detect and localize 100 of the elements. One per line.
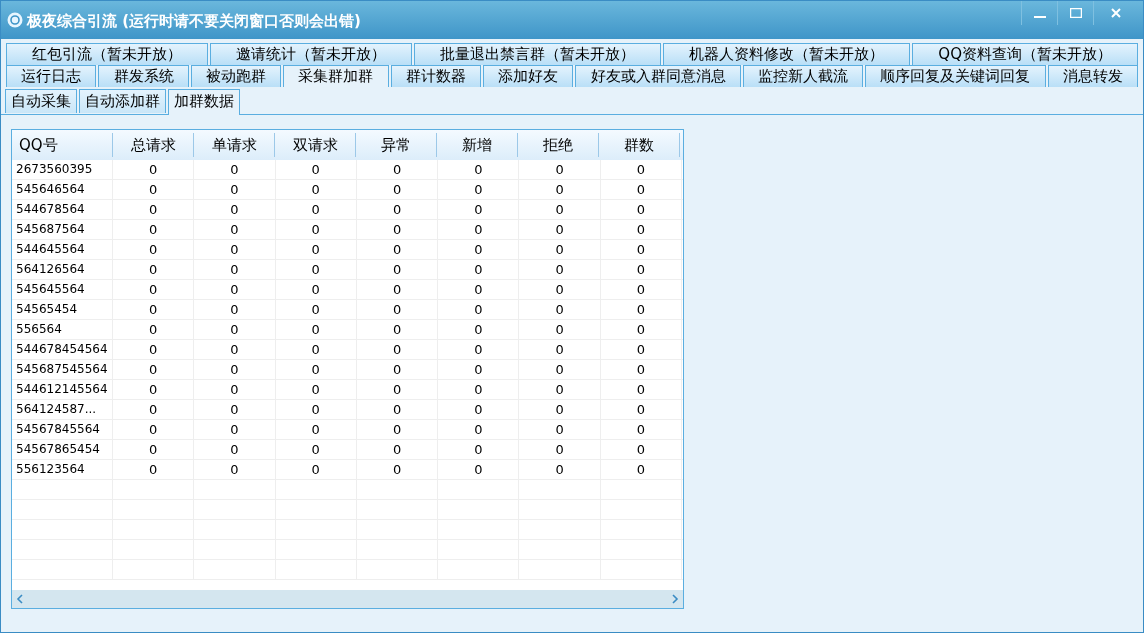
tab[interactable]: 批量退出禁言群（暂未开放） xyxy=(414,43,662,65)
horizontal-scrollbar[interactable] xyxy=(12,590,683,608)
column-header[interactable]: 群数 xyxy=(599,133,680,157)
tab[interactable]: 群发系统 xyxy=(98,65,189,87)
table-cell: 54565454 xyxy=(12,300,113,319)
table-cell: 0 xyxy=(438,240,520,259)
tab[interactable]: 采集群加群 xyxy=(283,65,389,87)
table-cell: 0 xyxy=(438,360,520,379)
table-cell: 0 xyxy=(356,460,439,479)
table-cell: 0 xyxy=(356,260,439,279)
table-cell: 544678454564 xyxy=(12,340,113,359)
table-cell: 0 xyxy=(275,380,357,399)
table-cell: 0 xyxy=(600,340,683,359)
table-cell: 0 xyxy=(356,220,439,239)
table-cell: 564124587... xyxy=(12,400,113,419)
table-cell: 0 xyxy=(275,280,357,299)
tab[interactable]: 群计数器 xyxy=(390,65,482,87)
tab[interactable]: 添加好友 xyxy=(483,65,574,87)
table-cell: 545687545564 xyxy=(12,360,113,379)
table-cell: 0 xyxy=(113,200,195,219)
table-cell: 0 xyxy=(438,380,520,399)
table-cell: 0 xyxy=(519,280,601,299)
table-cell: 0 xyxy=(438,460,520,479)
table-cell: 0 xyxy=(600,300,683,319)
table-cell: 54567845564 xyxy=(12,420,113,439)
tab[interactable]: 被动跑群 xyxy=(190,65,282,87)
window-title: 极夜综合引流 (运行时请不要关闭窗口否则会出错) xyxy=(27,11,361,32)
table-cell: 0 xyxy=(519,340,601,359)
tab[interactable]: 邀请统计（暂未开放） xyxy=(210,43,413,65)
table-cell: 0 xyxy=(519,200,601,219)
table-cell: 0 xyxy=(194,160,276,179)
table-cell: 0 xyxy=(600,320,683,339)
table-cell: 0 xyxy=(113,340,195,359)
table-cell: 0 xyxy=(600,220,683,239)
table-cell: 0 xyxy=(113,460,195,479)
sub-tab[interactable]: 加群数据 xyxy=(168,89,240,115)
table-cell: 0 xyxy=(275,360,357,379)
table-cell: 0 xyxy=(519,300,601,319)
tab[interactable]: 监控新人截流 xyxy=(742,65,864,87)
table-cell: 0 xyxy=(600,280,683,299)
table-cell: 0 xyxy=(519,360,601,379)
app-logo-icon xyxy=(7,12,23,28)
table-cell: 556564 xyxy=(12,320,113,339)
table-cell: 0 xyxy=(438,300,520,319)
column-header[interactable]: 双请求 xyxy=(275,133,356,157)
tab[interactable]: 好友或入群同意消息 xyxy=(575,65,741,87)
table-cell: 0 xyxy=(275,200,357,219)
table-cell: 0 xyxy=(438,440,520,459)
table-cell: 0 xyxy=(438,160,520,179)
table-cell: 0 xyxy=(194,220,276,239)
column-header[interactable]: 单请求 xyxy=(194,133,275,157)
table-cell: 0 xyxy=(438,200,520,219)
table-cell: 2673560395 xyxy=(12,160,113,179)
table-cell: 0 xyxy=(600,200,683,219)
tab[interactable]: 机器人资料修改（暂未开放） xyxy=(663,43,911,65)
table-cell: 0 xyxy=(356,360,439,379)
column-header[interactable]: QQ号 xyxy=(12,133,113,157)
table-cell: 0 xyxy=(600,460,683,479)
column-header[interactable]: 新增 xyxy=(437,133,518,157)
column-header[interactable]: 拒绝 xyxy=(518,133,599,157)
table-cell: 0 xyxy=(356,340,439,359)
table-cell: 0 xyxy=(356,160,439,179)
table-cell: 0 xyxy=(600,400,683,419)
table-cell: 0 xyxy=(113,240,195,259)
table-cell: 545646564 xyxy=(12,180,113,199)
table-cell: 0 xyxy=(438,340,520,359)
tab[interactable]: 红包引流（暂未开放） xyxy=(6,43,209,65)
table-cell: 0 xyxy=(519,220,601,239)
table-cell: 0 xyxy=(519,240,601,259)
tab[interactable]: 顺序回复及关键词回复 xyxy=(865,65,1046,87)
table-cell: 0 xyxy=(194,180,276,199)
sub-tab[interactable]: 自动添加群 xyxy=(79,89,166,113)
tab[interactable]: 消息转发 xyxy=(1047,65,1139,87)
table-cell: 0 xyxy=(275,340,357,359)
table-cell: 545687564 xyxy=(12,220,113,239)
table-cell: 0 xyxy=(519,320,601,339)
column-header[interactable]: 异常 xyxy=(356,133,437,157)
table-cell: 0 xyxy=(356,420,439,439)
table-cell: 0 xyxy=(113,280,195,299)
table-cell: 0 xyxy=(113,180,195,199)
minimize-icon xyxy=(1033,16,1046,18)
table-cell: 0 xyxy=(113,260,195,279)
tab[interactable]: QQ资料查询（暂未开放） xyxy=(912,43,1138,65)
table-cell: 564126564 xyxy=(12,260,113,279)
table-cell: 0 xyxy=(356,240,439,259)
column-header[interactable]: 总请求 xyxy=(113,133,194,157)
table-cell: 0 xyxy=(275,220,357,239)
table-cell: 0 xyxy=(275,460,357,479)
sub-tab[interactable]: 自动采集 xyxy=(5,89,77,113)
table-cell: 0 xyxy=(194,260,276,279)
tab[interactable]: 运行日志 xyxy=(6,65,97,87)
table-cell: 0 xyxy=(438,260,520,279)
table-cell: 0 xyxy=(438,280,520,299)
table-cell: 0 xyxy=(600,180,683,199)
table-cell: 0 xyxy=(113,360,195,379)
table-cell: 0 xyxy=(356,320,439,339)
table-cell: 0 xyxy=(113,160,195,179)
table-cell: 0 xyxy=(113,420,195,439)
table-cell: 0 xyxy=(438,420,520,439)
table-cell: 0 xyxy=(600,380,683,399)
